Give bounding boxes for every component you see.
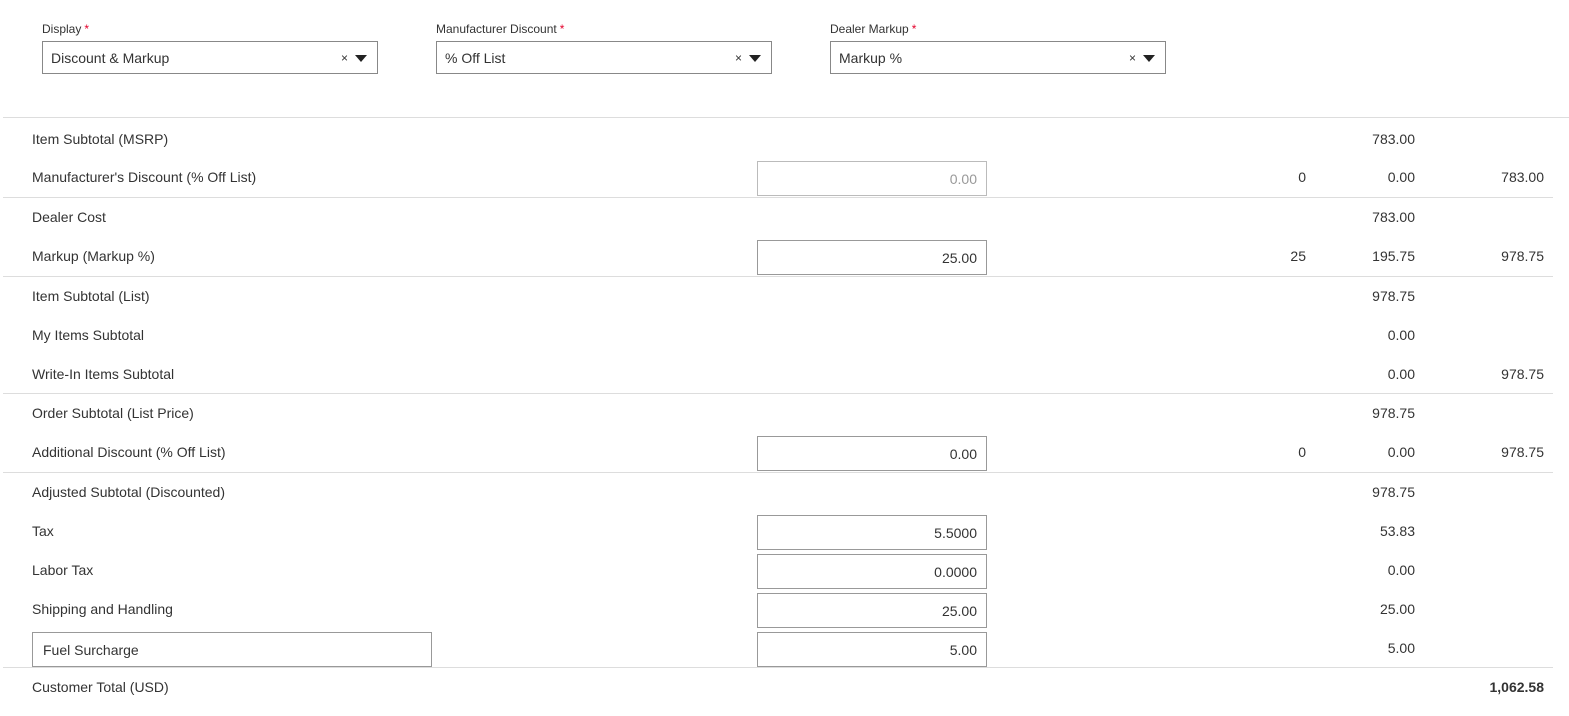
manufacturer-discount-input[interactable] bbox=[757, 161, 987, 196]
row-customer-total: Customer Total (USD) 1,062.58 bbox=[3, 667, 1553, 707]
row-label: Additional Discount (% Off List) bbox=[32, 444, 226, 460]
row-additional-discount: Additional Discount (% Off List) 0 0.00 … bbox=[3, 433, 1553, 472]
row-label: Tax bbox=[32, 523, 54, 539]
display-dropdown-group: Display * Discount & Markup × bbox=[42, 20, 378, 74]
manufacturer-discount-select-value: % Off List bbox=[445, 50, 506, 66]
clear-icon[interactable]: × bbox=[341, 42, 348, 75]
row-amount: 0.00 bbox=[1387, 366, 1415, 382]
caret-down-icon[interactable] bbox=[749, 55, 761, 62]
row-label: Write-In Items Subtotal bbox=[32, 366, 175, 382]
clear-icon[interactable]: × bbox=[735, 42, 742, 75]
row-amount: 783.00 bbox=[1372, 131, 1415, 147]
row-amount: 0.00 bbox=[1387, 169, 1415, 185]
row-label: Markup (Markup %) bbox=[32, 248, 155, 264]
row-labor-tax: Labor Tax 0.00 bbox=[3, 551, 1553, 590]
row-percent: 0 bbox=[1298, 169, 1306, 185]
row-item-subtotal-list: Item Subtotal (List) 978.75 bbox=[3, 276, 1553, 316]
row-dealer-cost: Dealer Cost 783.00 bbox=[3, 197, 1553, 237]
row-label: Shipping and Handling bbox=[32, 601, 173, 617]
row-label: My Items Subtotal bbox=[32, 327, 145, 343]
clear-icon[interactable]: × bbox=[1129, 42, 1136, 75]
row-amount: 5.00 bbox=[1387, 640, 1415, 656]
fuel-surcharge-name-input[interactable] bbox=[32, 632, 432, 667]
display-label: Display * bbox=[42, 22, 90, 36]
row-label: Item Subtotal (List) bbox=[32, 288, 150, 304]
row-label: Manufacturer's Discount (% Off List) bbox=[32, 169, 257, 185]
row-label: Labor Tax bbox=[32, 562, 94, 578]
caret-down-icon[interactable] bbox=[1143, 55, 1155, 62]
manufacturer-discount-label: Manufacturer Discount * bbox=[436, 22, 565, 36]
row-manufacturer-discount: Manufacturer's Discount (% Off List) 0 0… bbox=[3, 158, 1553, 197]
row-running-total: 978.75 bbox=[1501, 248, 1544, 264]
labor-tax-input[interactable] bbox=[757, 554, 987, 589]
row-amount: 978.75 bbox=[1372, 288, 1415, 304]
row-markup: Markup (Markup %) 25 195.75 978.75 bbox=[3, 237, 1553, 276]
manufacturer-discount-dropdown-group: Manufacturer Discount * % Off List × bbox=[436, 20, 772, 74]
row-my-items-subtotal: My Items Subtotal 0.00 bbox=[3, 316, 1553, 355]
row-label: Customer Total (USD) bbox=[32, 679, 169, 695]
row-running-total: 978.75 bbox=[1501, 444, 1544, 460]
row-label: Dealer Cost bbox=[32, 209, 106, 225]
row-amount: 783.00 bbox=[1372, 209, 1415, 225]
row-amount: 978.75 bbox=[1372, 405, 1415, 421]
row-label: Adjusted Subtotal (Discounted) bbox=[32, 484, 225, 500]
markup-input[interactable] bbox=[757, 240, 987, 275]
row-amount: 195.75 bbox=[1372, 248, 1415, 264]
row-percent: 25 bbox=[1290, 248, 1306, 264]
row-adjusted-subtotal: Adjusted Subtotal (Discounted) 978.75 bbox=[3, 472, 1553, 512]
display-select-value: Discount & Markup bbox=[51, 50, 170, 66]
shipping-input[interactable] bbox=[757, 593, 987, 628]
row-amount: 53.83 bbox=[1379, 523, 1415, 539]
row-order-subtotal: Order Subtotal (List Price) 978.75 bbox=[3, 393, 1553, 433]
row-tax: Tax 53.83 bbox=[3, 512, 1553, 551]
row-amount: 0.00 bbox=[1387, 562, 1415, 578]
required-marker: * bbox=[84, 22, 90, 36]
row-percent: 0 bbox=[1298, 444, 1306, 460]
dealer-markup-select[interactable]: Markup % × bbox=[830, 41, 1166, 74]
row-shipping-handling: Shipping and Handling 25.00 bbox=[3, 590, 1553, 629]
row-item-subtotal-msrp: Item Subtotal (MSRP) 783.00 bbox=[3, 120, 1553, 159]
row-fuel-surcharge: 5.00 bbox=[3, 629, 1553, 668]
row-label: Item Subtotal (MSRP) bbox=[32, 131, 169, 147]
tax-rate-input[interactable] bbox=[757, 515, 987, 550]
row-running-total: 783.00 bbox=[1501, 169, 1544, 185]
required-marker: * bbox=[559, 22, 565, 36]
row-amount: 0.00 bbox=[1387, 327, 1415, 343]
manufacturer-discount-select[interactable]: % Off List × bbox=[436, 41, 772, 74]
row-amount: 978.75 bbox=[1372, 484, 1415, 500]
dealer-markup-select-value: Markup % bbox=[839, 50, 903, 66]
fuel-surcharge-input[interactable] bbox=[757, 632, 987, 667]
display-select[interactable]: Discount & Markup × bbox=[42, 41, 378, 74]
customer-total-value: 1,062.58 bbox=[1489, 679, 1545, 695]
row-amount: 0.00 bbox=[1387, 444, 1415, 460]
caret-down-icon[interactable] bbox=[355, 55, 367, 62]
section-divider bbox=[3, 117, 1569, 118]
row-label: Order Subtotal (List Price) bbox=[32, 405, 194, 421]
row-write-in-subtotal: Write-In Items Subtotal 0.00 978.75 bbox=[3, 355, 1553, 394]
row-amount: 25.00 bbox=[1379, 601, 1415, 617]
row-running-total: 978.75 bbox=[1501, 366, 1544, 382]
additional-discount-input[interactable] bbox=[757, 436, 987, 471]
dealer-markup-label: Dealer Markup * bbox=[830, 22, 917, 36]
dealer-markup-dropdown-group: Dealer Markup * Markup % × bbox=[830, 20, 1166, 74]
required-marker: * bbox=[911, 22, 917, 36]
